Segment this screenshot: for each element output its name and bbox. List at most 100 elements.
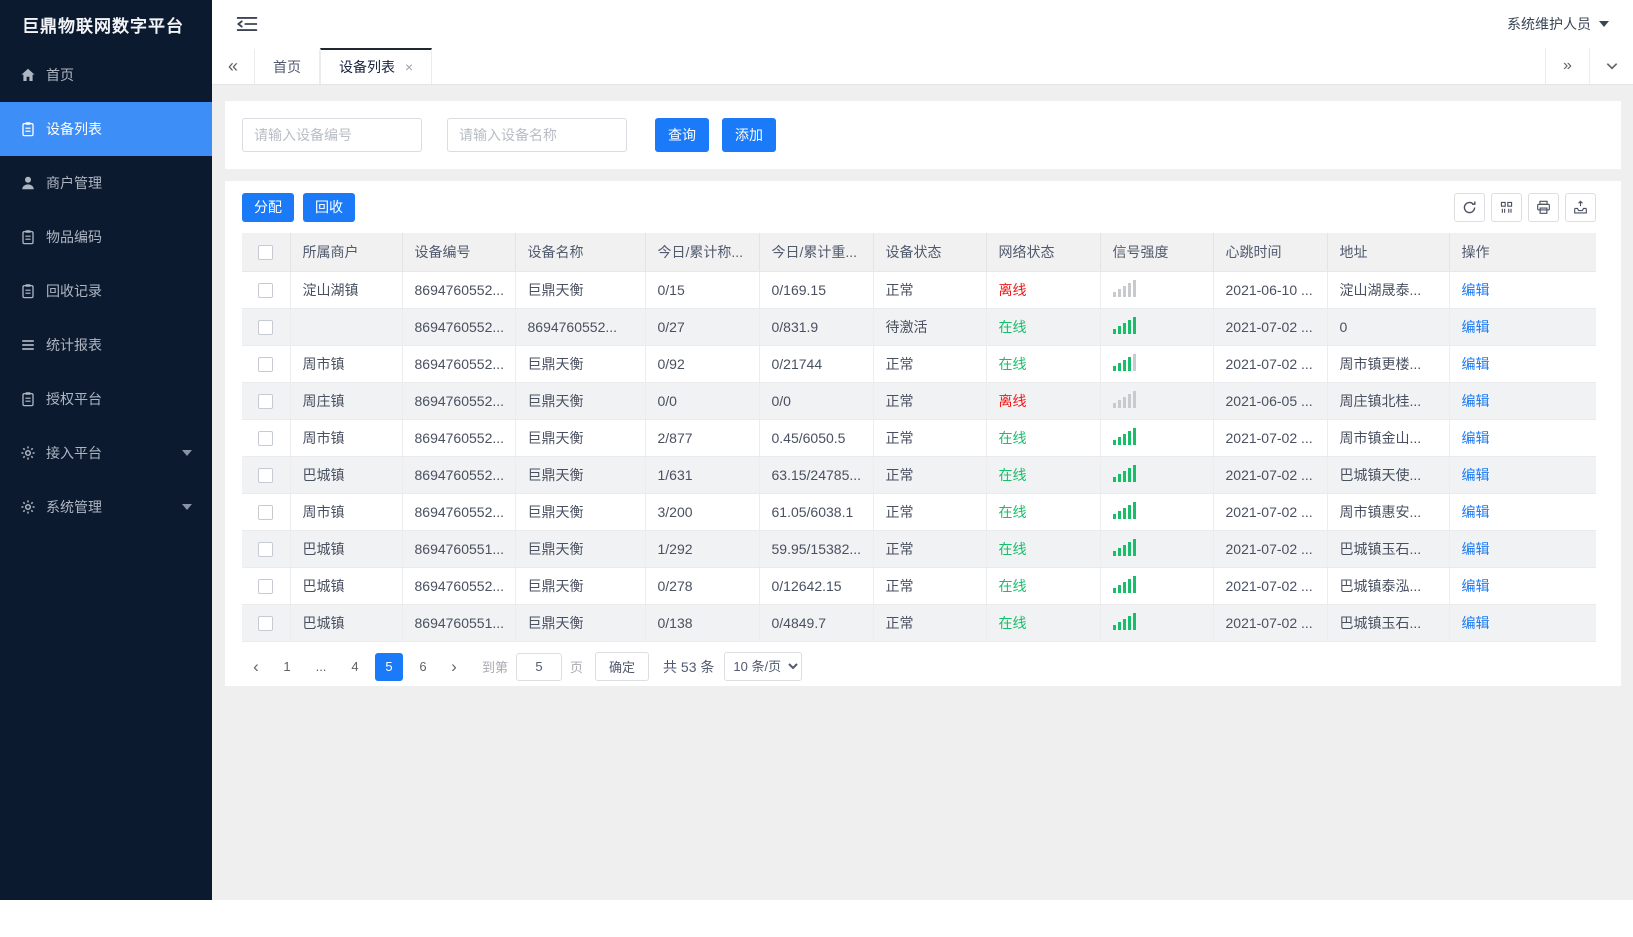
sidebar-item-接入平台[interactable]: 接入平台	[0, 426, 212, 480]
merchant-cell: 周庄镇	[290, 382, 403, 420]
device-name-input[interactable]	[447, 118, 627, 152]
edit-link[interactable]: 编辑	[1462, 615, 1490, 631]
print-button[interactable]	[1528, 192, 1559, 222]
next-page-icon[interactable]: ›	[440, 653, 468, 681]
sidebar-item-首页[interactable]: 首页	[0, 48, 212, 102]
device-id-cell: 8694760552...	[402, 567, 516, 605]
sidebar-item-授权平台[interactable]: 授权平台	[0, 372, 212, 426]
sidebar-item-设备列表[interactable]: 设备列表	[0, 102, 212, 156]
user-menu[interactable]: 系统维护人员	[1507, 14, 1609, 34]
sidebar: 巨鼎物联网数字平台 首页 设备列表 商户管理 物品编码 回收记录 统计报表 授权平台 接入平台…	[0, 0, 212, 900]
signal-strength-cell	[1100, 382, 1214, 420]
today-weight-cell: 0/831.9	[759, 308, 874, 346]
sidebar-item-回收记录[interactable]: 回收记录	[0, 264, 212, 318]
device-status-cell: 正常	[873, 493, 987, 531]
device-id-input[interactable]	[242, 118, 422, 152]
device-name-cell: 巨鼎天衡	[515, 604, 646, 642]
edit-link[interactable]: 编辑	[1462, 282, 1490, 298]
add-button[interactable]: 添加	[722, 118, 776, 152]
tab-home[interactable]: 首页	[254, 48, 320, 84]
columns-button[interactable]	[1491, 192, 1522, 222]
row-checkbox[interactable]	[258, 282, 274, 298]
tab-device-list[interactable]: 设备列表 ×	[320, 48, 433, 84]
row-checkbox[interactable]	[258, 430, 274, 446]
device-name-cell: 巨鼎天衡	[515, 345, 646, 383]
table-row: 周市镇 8694760552... 巨鼎天衡 3/200 61.05/6038.1 正常在…	[242, 493, 1596, 531]
signal-bar	[1132, 576, 1136, 593]
edit-link[interactable]: 编辑	[1462, 578, 1490, 594]
sidebar-item-label: 回收记录	[46, 283, 102, 299]
tabs-scroll-left-icon[interactable]: «	[212, 48, 254, 84]
refresh-button[interactable]	[1454, 192, 1485, 222]
signal-bars-icon	[1112, 353, 1136, 371]
heartbeat-cell: 2021-07-02 ...	[1213, 308, 1328, 346]
today-count-cell: 0/0	[645, 382, 760, 420]
device-status-cell: 正常	[873, 456, 987, 494]
network-status-cell: 离线	[986, 382, 1101, 420]
row-checkbox[interactable]	[258, 467, 274, 483]
select-all-checkbox[interactable]	[258, 245, 274, 261]
tabs-menu-chevron-icon[interactable]	[1589, 48, 1633, 84]
system-manage-icon	[20, 499, 36, 515]
sidebar-item-统计报表[interactable]: 统计报表	[0, 318, 212, 372]
heartbeat-cell: 2021-06-05 ...	[1213, 382, 1328, 420]
today-count-cell: 0/27	[645, 308, 760, 346]
signal-bar	[1117, 622, 1121, 630]
row-checkbox[interactable]	[258, 319, 274, 335]
device-status-cell: 正常	[873, 271, 987, 309]
address-cell: 周市镇惠安...	[1327, 493, 1450, 531]
today-count-cell: 3/200	[645, 493, 760, 531]
action-cell: 编辑	[1449, 530, 1596, 568]
page-button-1[interactable]: 1	[273, 653, 301, 681]
row-checkbox[interactable]	[258, 578, 274, 594]
column-header: 今日/累计重...	[759, 233, 874, 272]
action-cell: 编辑	[1449, 456, 1596, 494]
query-button[interactable]: 查询	[655, 118, 709, 152]
merchant-cell: 巴城镇	[290, 456, 403, 494]
row-checkbox[interactable]	[258, 356, 274, 372]
sidebar-item-label: 首页	[46, 67, 74, 83]
row-checkbox[interactable]	[258, 541, 274, 557]
page-button-4[interactable]: 4	[341, 653, 369, 681]
action-cell: 编辑	[1449, 345, 1596, 383]
signal-bar	[1127, 579, 1131, 593]
goto-confirm-button[interactable]: 确定	[595, 652, 650, 681]
page-button-5[interactable]: 5	[375, 652, 403, 681]
signal-bar	[1112, 366, 1116, 371]
signal-bar	[1132, 613, 1136, 630]
device-id-cell: 8694760552...	[402, 345, 516, 383]
tabs-scroll-right-icon[interactable]: »	[1545, 48, 1589, 84]
action-cell: 编辑	[1449, 604, 1596, 642]
edit-link[interactable]: 编辑	[1462, 356, 1490, 372]
row-checkbox[interactable]	[258, 393, 274, 409]
table-body: 淀山湖镇 8694760552... 巨鼎天衡 0/15 0/169.15 正常 离线 202…	[242, 271, 1596, 642]
network-status-cell: 离线	[986, 271, 1101, 309]
close-icon[interactable]: ×	[405, 59, 413, 75]
row-checkbox[interactable]	[258, 615, 274, 631]
edit-link[interactable]: 编辑	[1462, 430, 1490, 446]
sidebar-item-系统管理[interactable]: 系统管理	[0, 480, 212, 534]
prev-page-icon[interactable]: ‹	[242, 653, 270, 681]
edit-link[interactable]: 编辑	[1462, 393, 1490, 409]
column-header: 心跳时间	[1213, 233, 1328, 272]
recycle-button[interactable]: 回收	[303, 192, 355, 222]
edit-link[interactable]: 编辑	[1462, 467, 1490, 483]
sidebar-item-物品编码[interactable]: 物品编码	[0, 210, 212, 264]
sidebar-collapse-icon[interactable]	[236, 15, 258, 33]
edit-link[interactable]: 编辑	[1462, 319, 1490, 335]
edit-link[interactable]: 编辑	[1462, 504, 1490, 520]
page-ellipsis[interactable]: ...	[307, 653, 335, 681]
edit-link[interactable]: 编辑	[1462, 541, 1490, 557]
assign-button[interactable]: 分配	[242, 192, 294, 222]
sidebar-item-商户管理[interactable]: 商户管理	[0, 156, 212, 210]
goto-page-input[interactable]	[516, 652, 563, 681]
network-status-badge: 在线	[998, 429, 1027, 446]
page-size-select[interactable]: 10 条/页	[724, 652, 803, 681]
page-button-6[interactable]: 6	[409, 653, 437, 681]
export-button[interactable]	[1565, 192, 1596, 222]
row-checkbox[interactable]	[258, 504, 274, 520]
today-weight-cell: 61.05/6038.1	[759, 493, 874, 531]
chevron-down-icon	[182, 504, 192, 510]
signal-bars-icon	[1112, 427, 1136, 445]
network-status-badge: 离线	[998, 281, 1027, 298]
